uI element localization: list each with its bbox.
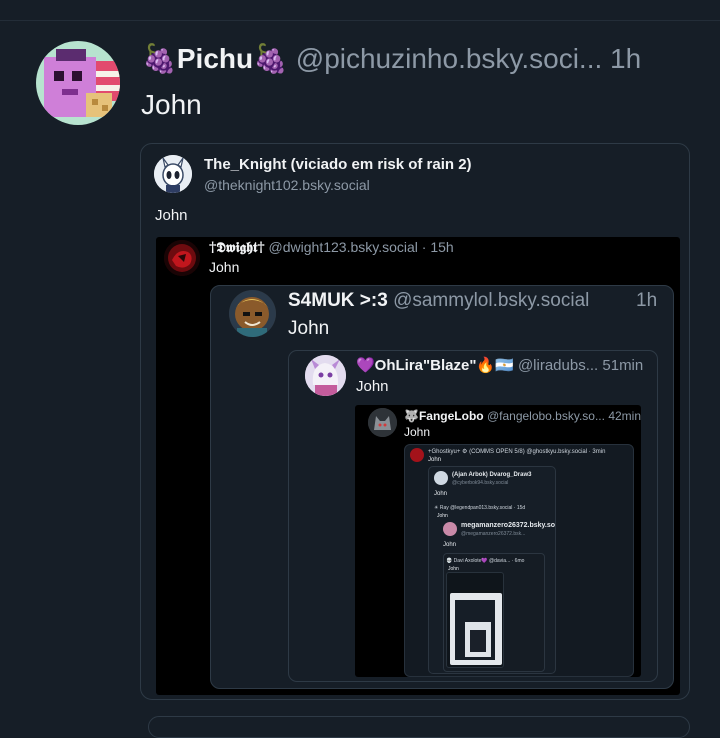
quoted-author-name[interactable]: The_Knight (viciado em risk of rain 2): [204, 156, 472, 173]
nested-author-handle: @megamanzero26372.bsk...: [461, 531, 526, 537]
nested-author-handle: @sammylol.bsky.social: [393, 290, 590, 311]
avatar: [368, 408, 397, 437]
nested-post-text: John: [356, 378, 389, 395]
nested-post-text: John: [428, 457, 442, 463]
nested-header: †𝕯𝖜𝖎𝖌𝖍𝖙† @dwight123.bsky.social · 15h: [209, 239, 454, 256]
avatar: [443, 522, 457, 536]
nested-author-name: 🐺FangeLobo: [404, 409, 484, 423]
nested-author-name: S4MUK >:3: [288, 290, 388, 311]
avatar: [305, 355, 346, 396]
nested-post-text: John: [404, 425, 431, 439]
nested-post-text: John: [437, 513, 448, 519]
nested-post-text: John: [434, 491, 448, 497]
nested-author-handle: @liradubs... 51min: [517, 357, 644, 374]
nested-author-name: (Ajan Arbok) Dvarog_Draw3: [452, 472, 532, 478]
next-post-card[interactable]: [148, 716, 690, 738]
post-text: John: [141, 89, 202, 120]
nested-author-name: †𝕯𝖜𝖎𝖌𝖍𝖙†: [209, 240, 265, 256]
nested-author-handle: @dwight123.bsky.social · 15h: [268, 239, 454, 255]
post-header: 🍇Pichu🍇 @pichuzinho.bsky.soci... 1h: [142, 42, 641, 76]
nested-author-handle: @fangelobo.bsky.so... 42min: [486, 409, 641, 423]
nested-author-handle: @cyberbok94.bsky.social: [452, 480, 509, 486]
nested-post-text: John: [443, 542, 457, 548]
post-time[interactable]: 1h: [610, 43, 641, 74]
nested-header: ☀ Ray @legendpan013.bsky.social · 15d: [434, 505, 526, 511]
avatar: [434, 471, 448, 485]
avatar: [410, 448, 424, 462]
grape-icon: 🍇: [253, 43, 288, 74]
nested-post-time: 1h: [636, 290, 658, 311]
quoted-author-handle[interactable]: @theknight102.bsky.social: [204, 177, 370, 193]
avatar: [164, 240, 200, 276]
quoted-post-text: John: [155, 207, 188, 224]
author-name[interactable]: Pichu: [177, 43, 253, 74]
avatar: [229, 290, 276, 337]
nested-post-text: John: [288, 318, 330, 339]
nested-author-name: 💜OhLira"Blaze"🔥🇦🇷: [356, 357, 514, 374]
nested-header: 💀 Davi Axolote💜 @davia... · 6mo: [446, 558, 525, 564]
nested-header: 💜OhLira"Blaze"🔥🇦🇷 @liradubs... 51min: [356, 356, 643, 374]
author-handle[interactable]: @pichuzinho.bsky.soci...: [296, 43, 602, 74]
avatar[interactable]: [154, 155, 192, 193]
top-divider: [0, 20, 720, 21]
nested-post-text: John: [209, 259, 240, 275]
avatar[interactable]: [36, 41, 120, 125]
nested-embedded-image: [470, 630, 486, 652]
nested-header: 🐺FangeLobo @fangelobo.bsky.so... 42min: [404, 409, 641, 423]
nested-author-name: megamanzero26372.bsky.so: [461, 522, 556, 529]
grape-icon: 🍇: [142, 43, 177, 74]
nested-header: +Ghostkyu+ ⚙ (COMMS OPEN 5/8) @ghostkyu.…: [428, 449, 606, 455]
nested-header: S4MUK >:3 @sammylol.bsky.social: [288, 290, 589, 312]
